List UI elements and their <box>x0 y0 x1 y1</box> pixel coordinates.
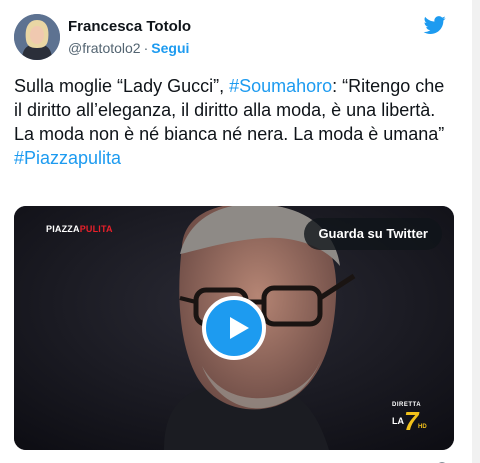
play-icon <box>230 317 249 339</box>
tweet-text: Sulla moglie “Lady Gucci”, #Soumahoro: “… <box>14 74 456 170</box>
tweet-header: Francesca Totolo @fratotolo2 · Segui <box>14 10 448 62</box>
scrollbar[interactable] <box>472 0 480 463</box>
hashtag-soumahoro[interactable]: #Soumahoro <box>229 76 332 96</box>
channel-la-label: LA <box>392 416 404 426</box>
separator-dot: · <box>143 40 149 56</box>
show-logo-part2: PULITA <box>79 224 113 234</box>
play-button[interactable] <box>202 296 266 360</box>
tweet-text-intro: Sulla moglie “Lady Gucci”, <box>14 76 230 96</box>
channel-logo: DIRETTA LA 7 HD <box>392 402 432 436</box>
author-handle-row: @fratotolo2 · Segui <box>68 40 189 56</box>
show-logo: PIAZZAPULITA <box>46 224 113 234</box>
hashtag-piazzapulita[interactable]: #Piazzapulita <box>14 148 121 168</box>
video-player[interactable]: PIAZZAPULITA Guarda su Twitter DIRETTA L… <box>14 206 454 450</box>
avatar-portrait <box>14 14 60 60</box>
follow-link[interactable]: Segui <box>151 40 189 56</box>
show-logo-part1: PIAZZA <box>46 224 80 234</box>
twitter-bird-icon[interactable] <box>422 14 448 36</box>
channel-seven-label: 7 <box>404 406 419 436</box>
channel-hd-label: HD <box>418 424 427 430</box>
footer-partial-icon <box>430 456 470 463</box>
author-avatar[interactable] <box>14 14 60 60</box>
tweet-embed-card: Francesca Totolo @fratotolo2 · Segui Sulla… <box>0 0 470 463</box>
author-handle[interactable]: @fratotolo2 <box>68 40 141 56</box>
author-name[interactable]: Francesca Totolo <box>68 18 191 35</box>
watch-on-twitter-button[interactable]: Guarda su Twitter <box>304 218 442 250</box>
